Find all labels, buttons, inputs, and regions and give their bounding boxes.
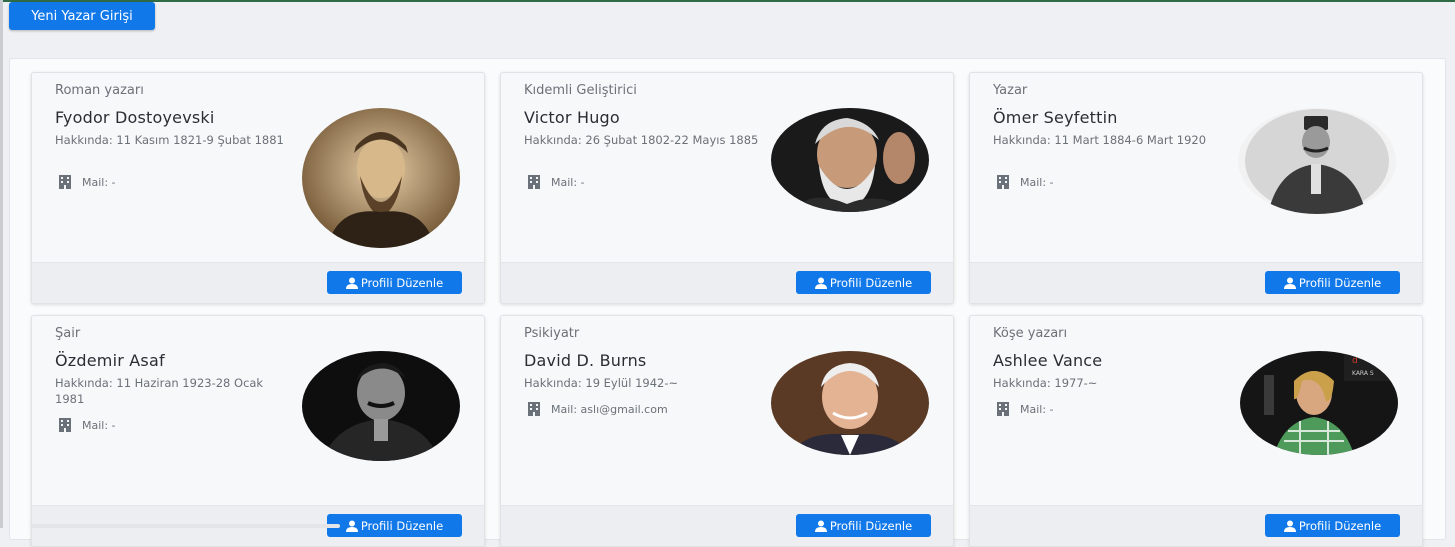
- author-name: Özdemir Asaf: [55, 351, 165, 370]
- building-icon: [59, 175, 71, 189]
- user-icon: [1283, 520, 1296, 532]
- author-mail-text: Mail: -: [82, 418, 116, 432]
- edit-profile-label: Profili Düzenle: [360, 275, 444, 290]
- author-mail: Mail: -: [58, 418, 116, 432]
- author-photo: d KARA S: [1240, 351, 1398, 455]
- author-mail-text: Mail: -: [551, 175, 585, 189]
- svg-text:KARA S: KARA S: [1352, 370, 1374, 377]
- edit-profile-button[interactable]: Profili Düzenle: [1265, 271, 1400, 294]
- card-footer: Profili Düzenle: [501, 262, 953, 303]
- author-mail: Mail: -: [996, 402, 1054, 416]
- author-photo: [1238, 108, 1396, 214]
- card-footer: Profili Düzenle: [970, 505, 1422, 546]
- card-footer: Profili Düzenle: [32, 262, 484, 303]
- next-row-card-edge: [30, 524, 340, 528]
- new-author-button[interactable]: Yeni Yazar Girişi: [9, 2, 155, 30]
- author-role: Şair: [55, 326, 81, 341]
- author-mail: Mail: aslı@gmail.com: [527, 402, 668, 416]
- author-about: Hakkında: 26 Şubat 1802-22 Mayıs 1885: [524, 133, 759, 147]
- edit-profile-label: Profili Düzenle: [829, 275, 913, 290]
- card-footer: Profili Düzenle: [501, 505, 953, 546]
- edit-profile-label: Profili Düzenle: [360, 518, 444, 533]
- user-icon: [345, 277, 358, 289]
- building-icon: [997, 175, 1009, 189]
- card-footer: Profili Düzenle: [970, 262, 1422, 303]
- author-mail-text: Mail: -: [1020, 175, 1054, 189]
- author-photo: [302, 351, 460, 461]
- author-mail: Mail: -: [58, 175, 116, 189]
- edit-profile-button[interactable]: Profili Düzenle: [1265, 514, 1400, 537]
- author-about: Hakkında: 19 Eylül 1942-~: [524, 376, 679, 390]
- author-photo: [771, 108, 929, 212]
- author-about: Hakkında: 11 Mart 1884-6 Mart 1920: [993, 133, 1207, 147]
- svg-text:d: d: [1352, 356, 1358, 366]
- window-left-edge: [0, 0, 3, 528]
- author-mail-text: Mail: aslı@gmail.com: [551, 402, 668, 416]
- edit-profile-button[interactable]: Profili Düzenle: [327, 514, 462, 537]
- author-mail: Mail: -: [996, 175, 1054, 189]
- author-mail-text: Mail: -: [1020, 402, 1054, 416]
- author-mail: Mail: -: [527, 175, 585, 189]
- author-about: Hakkında: 11 Haziran 1923-28 Ocak 1981: [55, 376, 264, 406]
- edit-profile-button[interactable]: Profili Düzenle: [327, 271, 462, 294]
- author-name: Ashlee Vance: [993, 351, 1103, 370]
- author-name: Ömer Seyfettin: [993, 108, 1118, 127]
- edit-profile-button[interactable]: Profili Düzenle: [796, 271, 931, 294]
- building-icon: [997, 402, 1009, 416]
- edit-profile-label: Profili Düzenle: [829, 518, 913, 533]
- author-card: Köşe yazarı Ashlee Vance Hakkında: 1977-…: [969, 315, 1423, 547]
- author-card: Psikiyatr David D. Burns Hakkında: 19 Ey…: [500, 315, 954, 547]
- user-icon: [1283, 277, 1296, 289]
- user-icon: [345, 520, 358, 532]
- building-icon: [528, 402, 540, 416]
- author-name: Victor Hugo: [524, 108, 620, 127]
- building-icon: [59, 418, 71, 432]
- building-icon: [528, 175, 540, 189]
- author-role: Roman yazarı: [55, 83, 144, 98]
- edit-profile-button[interactable]: Profili Düzenle: [796, 514, 931, 537]
- author-role: Psikiyatr: [524, 326, 580, 341]
- author-card: Roman yazarı Fyodor Dostoyevski Hakkında…: [31, 72, 485, 304]
- author-photo: [771, 351, 929, 455]
- edit-profile-label: Profili Düzenle: [1298, 275, 1382, 290]
- author-about: Hakkında: 11 Kasım 1821-9 Şubat 1881: [55, 133, 284, 147]
- author-photo: [302, 108, 460, 248]
- user-icon: [814, 520, 827, 532]
- author-name: Fyodor Dostoyevski: [55, 108, 215, 127]
- author-card: Yazar Ömer Seyfettin Hakkında: 11 Mart 1…: [969, 72, 1423, 304]
- window-top-edge: [0, 0, 1455, 2]
- author-name: David D. Burns: [524, 351, 647, 370]
- edit-profile-label: Profili Düzenle: [1298, 518, 1382, 533]
- author-role: Yazar: [993, 83, 1028, 98]
- author-mail-text: Mail: -: [82, 175, 116, 189]
- author-about: Hakkında: 1977-~: [993, 376, 1098, 390]
- author-role: Köşe yazarı: [993, 326, 1068, 341]
- author-card: Şair Özdemir Asaf Hakkında: 11 Haziran 1…: [31, 315, 485, 547]
- user-icon: [814, 277, 827, 289]
- author-role: Kıdemli Geliştirici: [524, 83, 637, 98]
- author-card: Kıdemli Geliştirici Victor Hugo Hakkında…: [500, 72, 954, 304]
